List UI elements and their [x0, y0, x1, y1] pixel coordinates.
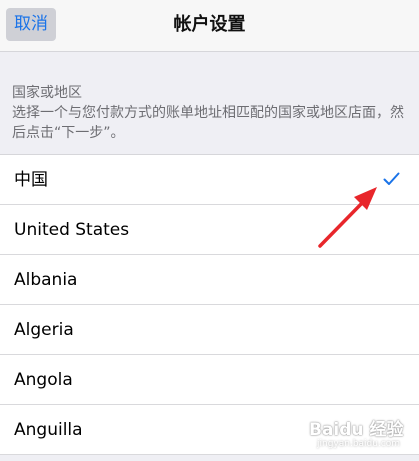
section-description: 选择一个与您付款方式的账单地址相匹配的国家或地区店面，然后点击“下一步”。 [12, 105, 404, 141]
section-title: 国家或地区 [12, 85, 82, 101]
section-header: 国家或地区 选择一个与您付款方式的账单地址相匹配的国家或地区店面，然后点击“下一… [12, 83, 407, 143]
country-item-angola[interactable]: Angola [0, 355, 419, 405]
country-label: 中国 [14, 170, 48, 190]
cancel-button[interactable]: 取消 [6, 8, 56, 41]
country-label: Angola [14, 370, 73, 390]
country-item-united-states[interactable]: United States [0, 205, 419, 255]
country-label: Anguilla [14, 420, 83, 440]
country-label: Algeria [14, 320, 74, 340]
country-label: United States [14, 220, 130, 240]
page-title: 帐户设置 [173, 14, 246, 35]
country-item-china[interactable]: 中国 [0, 155, 419, 205]
country-item-albania[interactable]: Albania [0, 255, 419, 305]
country-list: 中国 United States Albania Algeria Angola … [0, 154, 419, 455]
country-item-algeria[interactable]: Algeria [0, 305, 419, 355]
country-item-anguilla[interactable]: Anguilla [0, 405, 419, 455]
country-label: Albania [14, 270, 78, 290]
navigation-bar: 取消 帐户设置 [0, 0, 419, 52]
checkmark-icon [383, 155, 403, 205]
